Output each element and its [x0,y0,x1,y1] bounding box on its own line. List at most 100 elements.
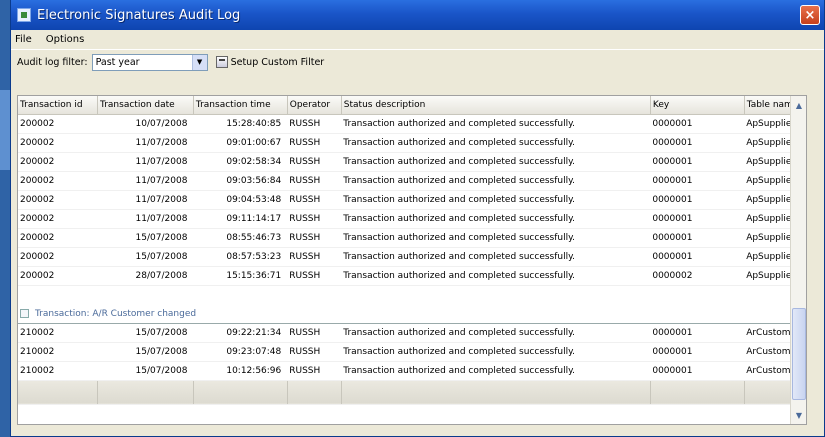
cell-time: 09:11:14:17 [193,209,288,229]
cell-status: Transaction authorized and completed suc… [341,190,651,210]
column-header[interactable]: Transaction id [18,96,99,115]
summary-cell [18,379,99,405]
cell-id: 210002 [18,323,98,343]
table-row[interactable]: 200002 15/07/2008 08:55:46:73 RUSSH Transact… [18,228,806,248]
summary-row [18,379,806,405]
menu-options[interactable]: Options [46,34,85,45]
cell-operator: RUSSH [287,247,342,267]
cell-operator: RUSSH [287,266,342,286]
cell-date: 10/07/2008 [97,114,194,134]
cell-operator: RUSSH [287,114,342,134]
scroll-up-icon[interactable]: ▲ [792,97,806,113]
app-icon [17,8,31,22]
cell-operator: RUSSH [287,190,342,210]
cell-time: 08:57:53:23 [193,247,288,267]
cell-date: 15/07/2008 [97,342,194,362]
scrollbar-thumb[interactable] [792,308,806,400]
cell-status: Transaction authorized and completed suc… [341,152,651,172]
cell-date: 15/07/2008 [97,228,194,248]
cell-key: 0000001 [650,323,745,343]
cell-date: 15/07/2008 [97,323,194,343]
cell-operator: RUSSH [287,342,342,362]
cell-key: 0000001 [650,247,745,267]
cell-id: 200002 [18,114,98,134]
cell-id: 200002 [18,228,98,248]
cell-id: 210002 [18,361,98,381]
cell-status: Transaction authorized and completed suc… [341,133,651,153]
audit-log-filter-dropdown[interactable]: Past year ▼ [91,53,208,71]
column-header[interactable]: Operator [287,96,342,115]
table-row[interactable]: 200002 28/07/2008 15:15:36:71 RUSSH Transact… [18,266,806,286]
table-row[interactable]: 200002 11/07/2008 09:04:53:48 RUSSH Transact… [18,190,806,210]
vertical-scrollbar[interactable]: ▲ ▼ [790,96,806,424]
cell-time: 09:23:07:48 [193,342,288,362]
summary-cell [650,379,745,405]
cell-date: 11/07/2008 [97,209,194,229]
table-row[interactable]: 200002 10/07/2008 15:28:40:85 RUSSH Transact… [18,114,806,134]
cell-operator: RUSSH [287,361,342,381]
cell-operator: RUSSH [287,323,342,343]
cell-key: 0000001 [650,361,745,381]
table-row[interactable]: 210002 15/07/2008 10:12:56:96 RUSSH Transact… [18,361,806,381]
table-row[interactable]: 200002 11/07/2008 09:03:56:84 RUSSH Transact… [18,171,806,191]
chevron-down-icon[interactable]: ▼ [191,54,207,70]
audit-log-grid: Transaction id Transaction date Transactio… [17,95,807,425]
cell-status: Transaction authorized and completed suc… [341,266,651,286]
menu-bar: File Options [11,30,824,50]
cell-key: 0000002 [650,266,745,286]
summary-cell [287,379,342,405]
column-header[interactable]: Key [650,96,745,115]
setup-custom-filter-label: Setup Custom Filter [230,56,325,68]
cell-key: 0000001 [650,114,745,134]
cell-time: 10:12:56:96 [193,361,288,381]
cell-operator: RUSSH [287,209,342,229]
group-header-row[interactable]: Transaction: A/R Customer changed [18,285,806,324]
cell-id: 200002 [18,247,98,267]
cell-time: 09:02:58:34 [193,152,288,172]
cell-time: 15:28:40:85 [193,114,288,134]
column-header[interactable]: Transaction date [97,96,194,115]
cell-id: 200002 [18,133,98,153]
cell-id: 200002 [18,190,98,210]
cell-id: 200002 [18,171,98,191]
cell-status: Transaction authorized and completed suc… [341,114,651,134]
summary-cell [97,379,194,405]
menu-file[interactable]: File [15,34,32,45]
cell-date: 11/07/2008 [97,133,194,153]
cell-time: 09:22:21:34 [193,323,288,343]
column-header[interactable]: Status description [341,96,651,115]
cell-status: Transaction authorized and completed suc… [341,209,651,229]
window-title: Electronic Signatures Audit Log [37,7,241,23]
table-row[interactable]: 210002 15/07/2008 09:23:07:48 RUSSH Transact… [18,342,806,362]
cell-time: 08:55:46:73 [193,228,288,248]
filter-value: Past year [95,56,140,68]
cell-date: 11/07/2008 [97,171,194,191]
cell-key: 0000001 [650,133,745,153]
cell-time: 09:03:56:84 [193,171,288,191]
expand-icon[interactable] [20,308,29,318]
cell-status: Transaction authorized and completed suc… [341,342,651,362]
cell-key: 0000001 [650,342,745,362]
table-row[interactable]: 200002 11/07/2008 09:02:58:34 RUSSH Transact… [18,152,806,172]
cell-id: 200002 [18,209,98,229]
cell-key: 0000001 [650,190,745,210]
scroll-down-icon[interactable]: ▼ [792,407,806,423]
table-row[interactable]: 200002 15/07/2008 08:57:53:23 RUSSH Transact… [18,247,806,267]
table-row[interactable]: 200002 11/07/2008 09:01:00:67 RUSSH Transact… [18,133,806,153]
group-label: Transaction: A/R Customer changed [35,308,197,319]
table-row[interactable]: 210002 15/07/2008 09:22:21:34 RUSSH Transact… [18,323,806,343]
cell-date: 11/07/2008 [97,152,194,172]
background-window-edge [0,0,10,437]
table-row[interactable]: 200002 11/07/2008 09:11:14:17 RUSSH Transact… [18,209,806,229]
title-bar: Electronic Signatures Audit Log × [11,0,824,30]
cell-operator: RUSSH [287,152,342,172]
summary-cell [193,379,288,405]
group-header-cell: Transaction: A/R Customer changed [18,285,806,324]
cell-status: Transaction authorized and completed suc… [341,361,651,381]
setup-custom-filter-button[interactable]: Setup Custom Filter [215,56,325,68]
cell-date: 15/07/2008 [97,247,194,267]
cell-date: 11/07/2008 [97,190,194,210]
cell-time: 15:15:36:71 [193,266,288,286]
close-button[interactable]: × [800,5,820,25]
column-header[interactable]: Transaction time [193,96,288,115]
